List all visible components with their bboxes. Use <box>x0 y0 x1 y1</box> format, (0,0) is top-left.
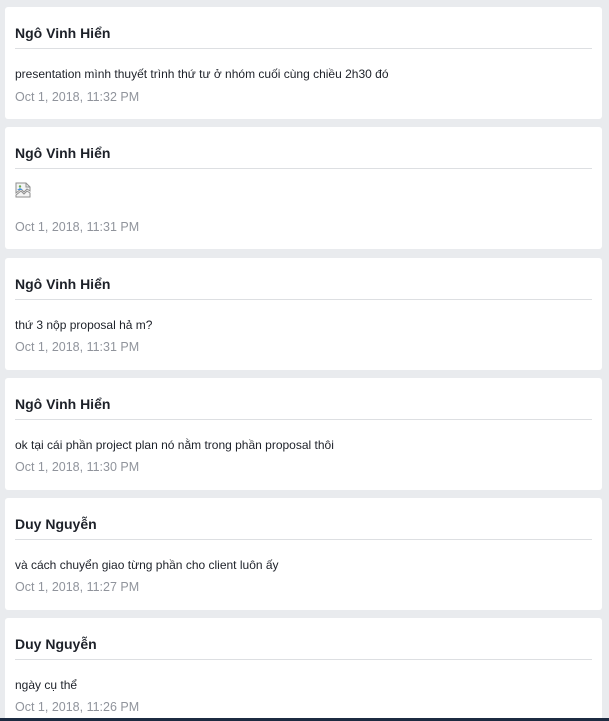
message-feed: Ngô Vinh Hiển presentation mình thuyết t… <box>0 0 609 721</box>
message-timestamp[interactable]: Oct 1, 2018, 11:32 PM <box>15 89 139 105</box>
message-card: Ngô Vinh Hiển presentation mình thuyết t… <box>5 7 602 119</box>
message-text: thứ 3 nộp proposal hả m? <box>15 318 153 332</box>
divider <box>15 419 592 420</box>
message-card: Ngô Vinh Hiển thứ 3 nộp proposal hả m? O… <box>5 258 602 370</box>
message-card: Duy Nguyễn và cách chuyển giao từng phần… <box>5 498 602 610</box>
broken-image-icon[interactable] <box>15 182 31 198</box>
message-timestamp[interactable]: Oct 1, 2018, 11:26 PM <box>15 699 139 715</box>
message-timestamp[interactable]: Oct 1, 2018, 11:31 PM <box>15 219 139 235</box>
divider <box>15 539 592 540</box>
divider <box>15 659 592 660</box>
message-text: ok tại cái phần project plan nó nằm tron… <box>15 438 334 452</box>
message-card: Ngô Vinh Hiển ok tại cái phần project pl… <box>5 378 602 490</box>
message-author[interactable]: Ngô Vinh Hiển <box>15 395 110 413</box>
divider <box>15 168 592 169</box>
message-card: Duy Nguyễn ngày cụ thể Oct 1, 2018, 11:2… <box>5 618 602 721</box>
message-author[interactable]: Ngô Vinh Hiển <box>15 275 110 293</box>
message-author[interactable]: Ngô Vinh Hiển <box>15 144 110 162</box>
message-text: ngày cụ thể <box>15 678 78 692</box>
message-card: Ngô Vinh Hiển Oct 1, 2018, 11:31 PM <box>5 127 602 249</box>
message-author[interactable]: Ngô Vinh Hiển <box>15 24 110 42</box>
message-timestamp[interactable]: Oct 1, 2018, 11:27 PM <box>15 579 139 595</box>
message-timestamp[interactable]: Oct 1, 2018, 11:31 PM <box>15 339 139 355</box>
message-timestamp[interactable]: Oct 1, 2018, 11:30 PM <box>15 459 139 475</box>
divider <box>15 48 592 49</box>
message-text: và cách chuyển giao từng phần cho client… <box>15 558 279 572</box>
message-author[interactable]: Duy Nguyễn <box>15 635 97 653</box>
divider <box>15 299 592 300</box>
message-author[interactable]: Duy Nguyễn <box>15 515 97 533</box>
message-text: presentation mình thuyết trình thứ tư ở … <box>15 67 389 81</box>
